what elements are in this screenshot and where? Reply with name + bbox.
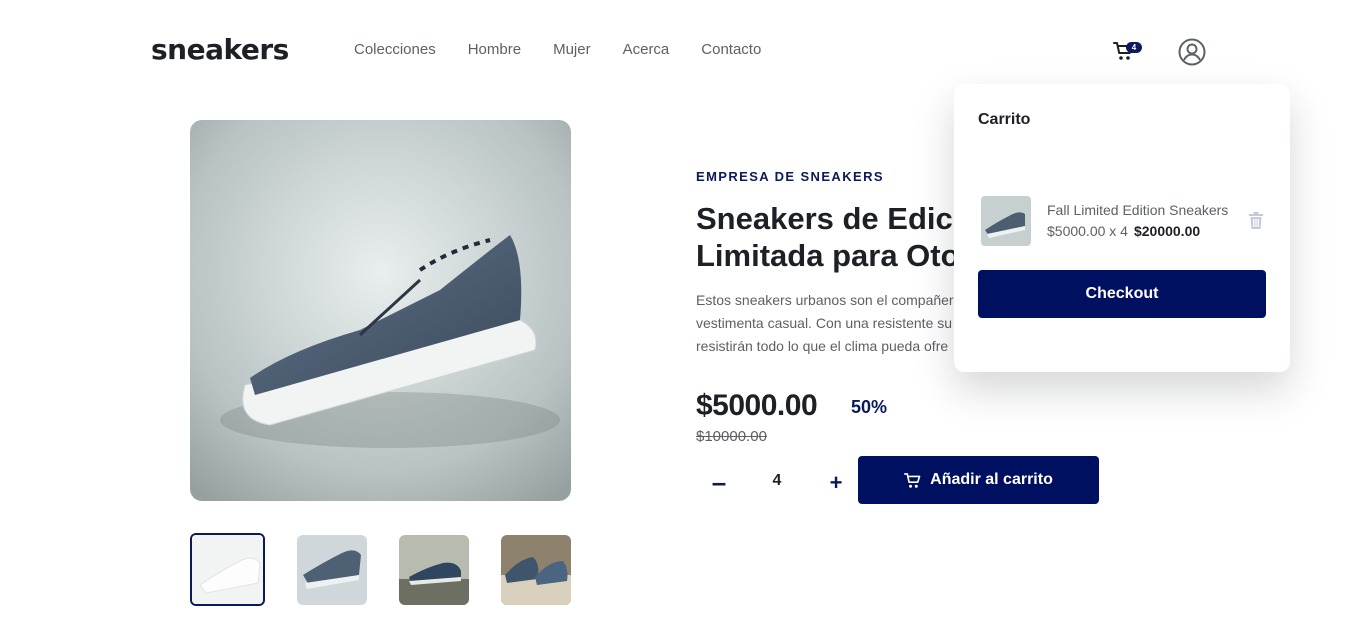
description-line-1: Estos sneakers urbanos son el compañero <box>696 292 962 308</box>
cart-title: Carrito <box>978 111 1031 128</box>
nav-link-acerca[interactable]: Acerca <box>623 41 670 58</box>
cart-count-badge: 4 <box>1126 42 1142 53</box>
nav-link-mujer[interactable]: Mujer <box>553 41 591 58</box>
delete-item-button[interactable] <box>1249 212 1263 229</box>
quantity-value: 4 <box>772 472 782 489</box>
nav-link-hombre[interactable]: Hombre <box>468 41 521 58</box>
avatar[interactable] <box>1178 38 1206 66</box>
checkout-button[interactable]: Checkout <box>978 270 1266 318</box>
thumbnail-4[interactable] <box>501 535 571 605</box>
cart-item-total: $20000.00 <box>1133 223 1201 239</box>
current-price: $5000.00 <box>696 389 818 422</box>
description-line-3: resistirán todo lo que el clima pueda of… <box>696 338 949 354</box>
product-title-line2: Limitada para Otoño <box>696 238 986 273</box>
nav-link-contacto[interactable]: Contacto <box>701 41 761 58</box>
quantity-increase-button[interactable]: + <box>825 468 847 496</box>
old-price: $10000.00 <box>696 428 767 445</box>
product-title-line1: Sneakers de Edición <box>696 201 986 236</box>
add-to-cart-label: Añadir al carrito <box>930 471 1053 488</box>
description-line-2: vestimenta casual. Con una resistente su <box>696 315 953 331</box>
discount-badge: 50% <box>851 397 888 417</box>
nav-link-colecciones[interactable]: Colecciones <box>354 41 436 58</box>
product-title: Sneakers de Edición Limitada para Otoño <box>696 200 986 274</box>
product-description: Estos sneakers urbanos son el compañero … <box>696 289 966 358</box>
main-product-image[interactable] <box>190 120 571 501</box>
main-nav: Colecciones Hombre Mujer Acerca Contacto <box>354 41 793 58</box>
thumbnail-1[interactable] <box>190 533 265 606</box>
thumbnail-3[interactable] <box>399 535 469 605</box>
logo[interactable]: sneakers <box>151 33 289 66</box>
cart-dropdown: Carrito Fall Limited Edition Sneakers $5… <box>954 84 1290 372</box>
quantity-decrease-button[interactable]: – <box>708 468 730 496</box>
trash-icon <box>1249 212 1263 229</box>
cart-item-unit: $5000.00 x 4 <box>1047 223 1128 239</box>
cart-icon <box>904 472 921 488</box>
thumbnail-2[interactable] <box>297 535 367 605</box>
company-label: EMPRESA DE SNEAKERS <box>696 169 884 184</box>
cart-item-price-line: $5000.00 x 4 $20000.00 <box>1047 223 1200 239</box>
add-to-cart-button[interactable]: Añadir al carrito <box>858 456 1099 504</box>
cart-item-thumbnail <box>981 196 1031 246</box>
cart-button[interactable]: 4 <box>1113 40 1142 64</box>
user-icon <box>1178 38 1206 66</box>
cart-item-name: Fall Limited Edition Sneakers <box>1047 202 1229 218</box>
